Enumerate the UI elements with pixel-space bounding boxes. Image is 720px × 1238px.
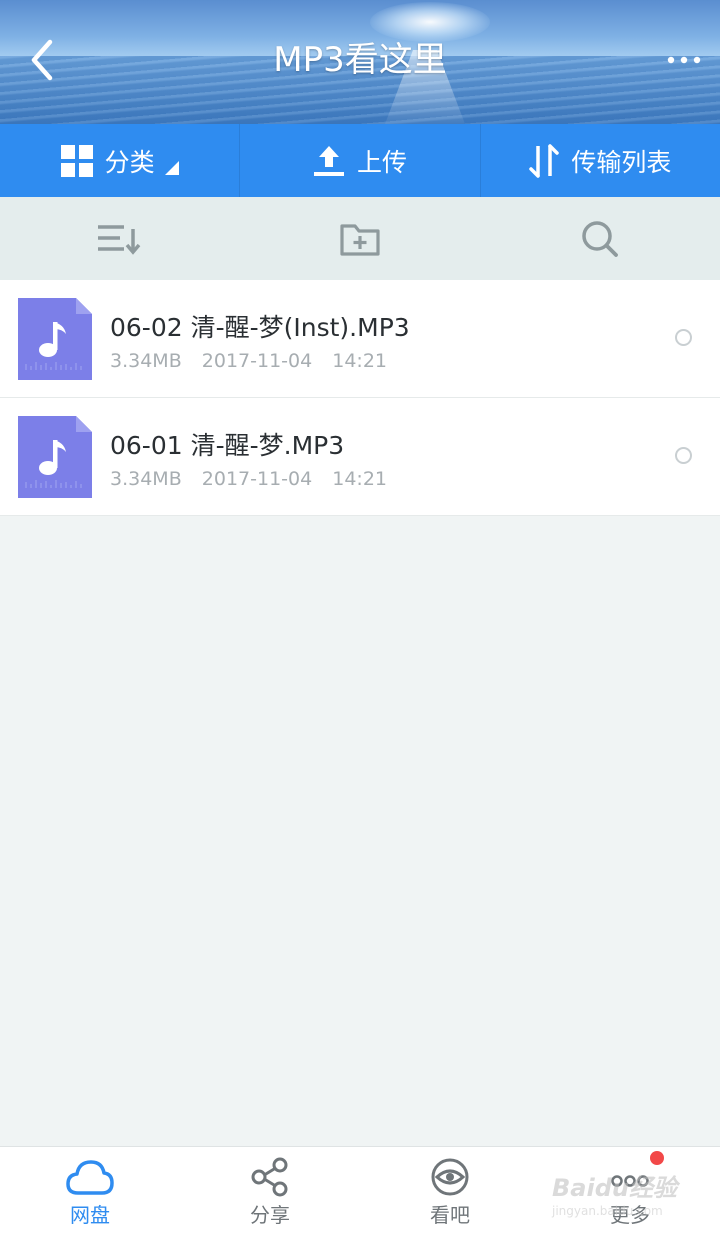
file-size: 3.34MB [110, 350, 182, 372]
nav-label: 分享 [250, 1203, 290, 1227]
more-dots-icon [611, 1175, 649, 1187]
nav-item-share[interactable]: 分享 [180, 1147, 360, 1238]
file-list: 06-02 清-醒-梦(Inst).MP3 3.34MB 2017-11-04 … [0, 280, 720, 516]
file-size: 3.34MB [110, 468, 182, 490]
file-row[interactable]: 06-01 清-醒-梦.MP3 3.34MB 2017-11-04 14:21 [0, 398, 720, 516]
file-row[interactable]: 06-02 清-醒-梦(Inst).MP3 3.34MB 2017-11-04 … [0, 280, 720, 398]
bottom-navigation: 网盘 分享 看吧 更多 [0, 1146, 720, 1238]
nav-label: 网盘 [70, 1203, 110, 1227]
upload-label: 上传 [356, 147, 407, 177]
grid-icon [60, 144, 93, 177]
file-time: 14:21 [332, 350, 388, 372]
page-title: MP3看这里 [273, 40, 447, 80]
upload-button[interactable]: 上传 [239, 124, 479, 197]
transfer-list-label: 传输列表 [571, 147, 672, 177]
more-dots-icon [667, 56, 701, 64]
category-label: 分类 [104, 147, 155, 177]
file-time: 14:21 [332, 468, 388, 490]
nav-label: 更多 [610, 1203, 650, 1227]
file-select-radio[interactable] [675, 447, 692, 464]
sort-icon [98, 224, 141, 255]
file-name: 06-01 清-醒-梦.MP3 [110, 431, 345, 460]
chevron-left-icon [31, 39, 53, 81]
dropdown-caret-icon [164, 160, 179, 175]
file-date: 2017-11-04 [201, 350, 313, 372]
file-name: 06-02 清-醒-梦(Inst).MP3 [110, 313, 410, 342]
category-button[interactable]: 分类 [0, 124, 239, 197]
header: MP3看这里 [0, 0, 720, 124]
file-meta: 3.34MB 2017-11-04 14:21 [110, 468, 387, 490]
transfer-list-button[interactable]: 传输列表 [479, 124, 720, 197]
more-menu-button[interactable] [664, 48, 704, 72]
eye-icon [431, 1158, 469, 1196]
list-tools-bar [0, 197, 720, 280]
sort-button[interactable] [0, 197, 240, 280]
nav-item-kanba[interactable]: 看吧 [360, 1147, 540, 1238]
search-button[interactable] [480, 197, 720, 280]
search-icon [582, 220, 618, 257]
new-folder-button[interactable] [240, 197, 480, 280]
action-toolbar: 分类 上传 传输列表 [0, 124, 720, 197]
file-meta: 3.34MB 2017-11-04 14:21 [110, 350, 387, 372]
share-icon [251, 1157, 288, 1197]
nav-item-netdisk[interactable]: 网盘 [0, 1147, 180, 1238]
new-folder-icon [340, 223, 380, 256]
file-date: 2017-11-04 [201, 468, 313, 490]
file-select-radio[interactable] [675, 329, 692, 346]
notification-badge [650, 1151, 664, 1165]
nav-label: 看吧 [430, 1203, 470, 1227]
header-sun [370, 2, 490, 42]
nav-item-more[interactable]: 更多 [540, 1147, 720, 1238]
music-file-icon [18, 416, 92, 498]
cloud-icon [66, 1160, 114, 1195]
transfer-arrows-icon [529, 143, 560, 178]
upload-icon [313, 145, 344, 176]
back-button[interactable] [24, 38, 64, 82]
music-file-icon [18, 298, 92, 380]
